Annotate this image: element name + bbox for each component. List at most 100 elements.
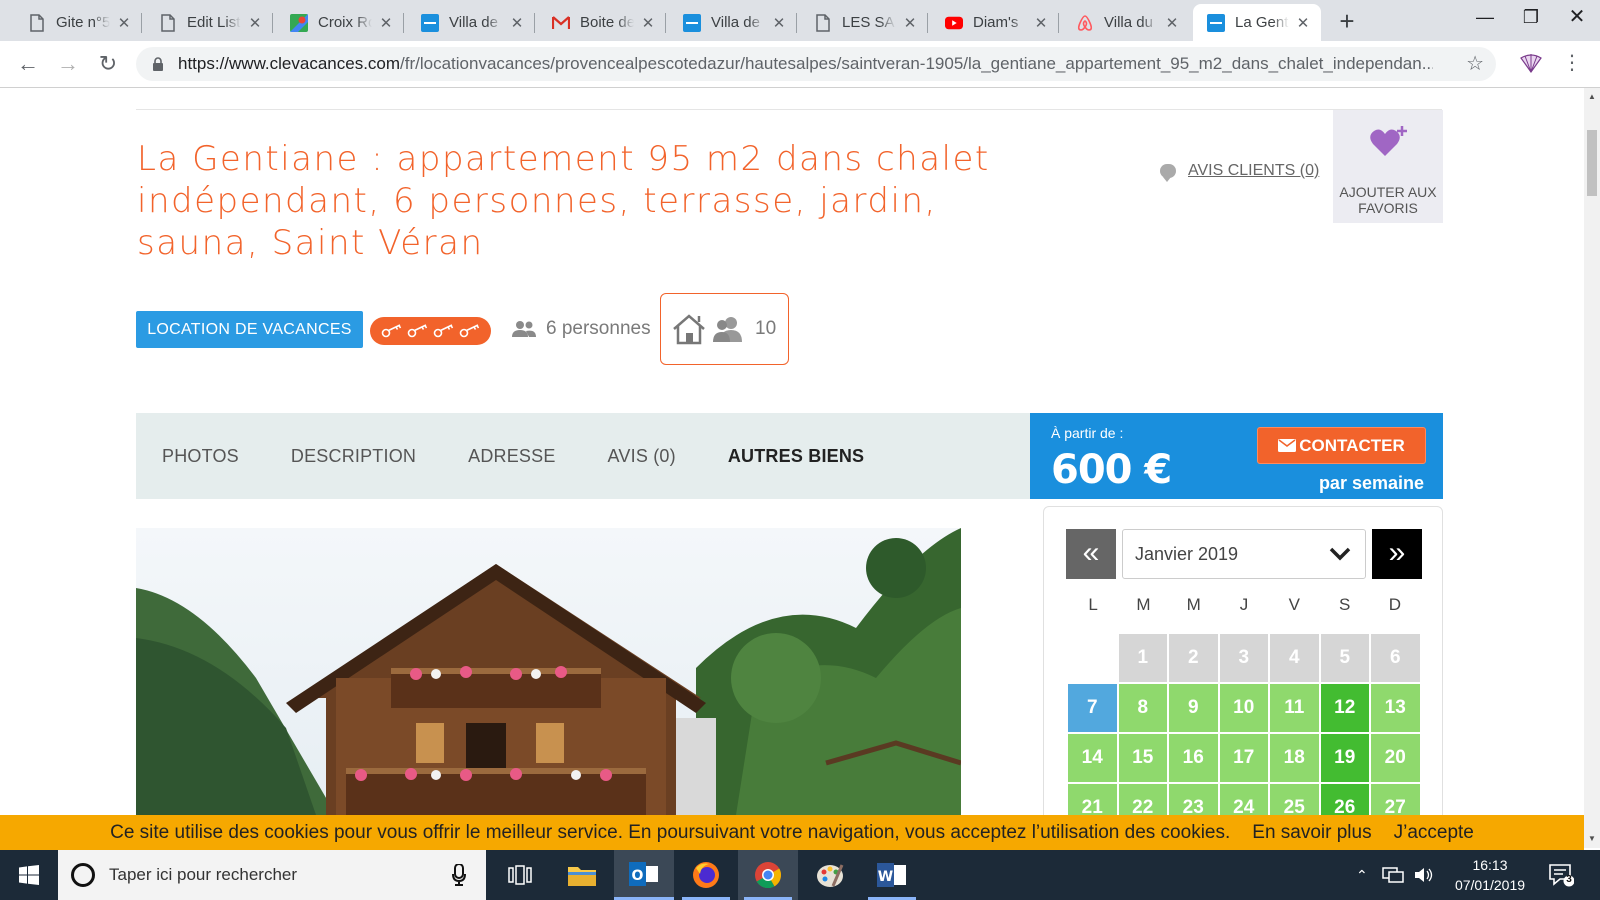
calendar-day[interactable]: 18 xyxy=(1270,734,1319,782)
shell-extension-icon[interactable] xyxy=(1518,50,1544,76)
browser-tab[interactable]: Villa de ✕ xyxy=(669,4,797,41)
clevacances-icon xyxy=(1207,13,1225,32)
tab-close-icon[interactable]: ✕ xyxy=(640,14,656,32)
calendar-day[interactable]: 15 xyxy=(1118,734,1167,782)
bookmark-star-icon[interactable]: ☆ xyxy=(1466,51,1484,76)
calendar-day[interactable]: 26 xyxy=(1320,784,1369,815)
calendar-day[interactable]: 23 xyxy=(1169,784,1218,815)
tab-close-icon[interactable]: ✕ xyxy=(902,14,918,32)
weekday-label: M xyxy=(1136,595,1151,614)
reload-button[interactable]: ↻ xyxy=(94,50,122,78)
page-scrollbar[interactable]: ▲ ▼ xyxy=(1584,88,1600,848)
minimize-button[interactable]: — xyxy=(1462,0,1508,36)
network-icon[interactable] xyxy=(1381,866,1404,884)
calendar-next-button[interactable]: » xyxy=(1372,529,1422,579)
taskbar-chrome[interactable] xyxy=(738,850,798,900)
volume-icon[interactable] xyxy=(1414,866,1434,884)
cookie-text: Ce site utilise des cookies pour vous of… xyxy=(110,821,1231,843)
chalet-photo[interactable] xyxy=(136,528,961,815)
new-tab-button[interactable]: + xyxy=(1332,7,1362,37)
taskbar-outlook[interactable]: O xyxy=(614,850,674,900)
calendar-day[interactable]: 11 xyxy=(1270,684,1319,732)
tab-close-icon[interactable]: ✕ xyxy=(1295,14,1311,32)
task-view-button[interactable] xyxy=(490,850,550,900)
contact-button[interactable]: CONTACTER xyxy=(1257,427,1426,464)
action-center-button[interactable]: 3 xyxy=(1548,863,1575,887)
start-button[interactable] xyxy=(0,850,57,900)
browser-tab[interactable]: La Gentiane ✕ xyxy=(1193,4,1321,41)
browser-tab[interactable]: Croix Rousse ✕ xyxy=(276,4,404,41)
calendar-day[interactable]: 20 xyxy=(1371,734,1420,782)
calendar-day[interactable]: 8 xyxy=(1118,684,1167,732)
calendar-day: 1 xyxy=(1118,634,1167,682)
scroll-down-icon[interactable]: ▼ xyxy=(1588,834,1596,843)
taskbar-search[interactable]: Taper ici pour rechercher xyxy=(58,850,486,900)
close-window-button[interactable]: ✕ xyxy=(1554,0,1600,36)
restore-button[interactable]: ❐ xyxy=(1508,0,1554,36)
browser-tab[interactable]: LES SAL ✕ xyxy=(800,4,928,41)
taskbar-firefox[interactable] xyxy=(676,850,736,900)
address-bar[interactable]: https://www.clevacances.com/fr/locationv… xyxy=(136,47,1496,81)
nav-autres-biens[interactable]: AUTRES BIENS xyxy=(728,446,864,467)
scroll-thumb[interactable] xyxy=(1587,130,1597,196)
tab-close-icon[interactable]: ✕ xyxy=(116,14,132,32)
browser-tab[interactable]: Boite de ✕ xyxy=(538,4,666,41)
calendar-day[interactable]: 14 xyxy=(1068,734,1117,782)
cookie-accept-button[interactable]: J’accepte xyxy=(1394,822,1474,844)
calendar-day[interactable]: 10 xyxy=(1219,684,1268,732)
favorite-label: AJOUTER AUX FAVORIS xyxy=(1339,184,1437,216)
microphone-icon[interactable] xyxy=(452,864,466,886)
calendar-day[interactable]: 7 xyxy=(1068,684,1117,732)
calendar-day[interactable]: 25 xyxy=(1270,784,1319,815)
tab-close-icon[interactable]: ✕ xyxy=(771,14,787,32)
calendar-day[interactable]: 9 xyxy=(1169,684,1218,732)
calendar-day[interactable]: 16 xyxy=(1169,734,1218,782)
calendar-day[interactable]: 12 xyxy=(1320,684,1369,732)
calendar-prev-button[interactable]: « xyxy=(1066,529,1116,579)
browser-tab[interactable]: Diam's ✕ xyxy=(931,4,1059,41)
calendar-day[interactable]: 17 xyxy=(1219,734,1268,782)
task-view-icon xyxy=(508,865,532,885)
calendar-day: 5 xyxy=(1320,634,1369,682)
tab-close-icon[interactable]: ✕ xyxy=(378,14,394,32)
tab-close-icon[interactable]: ✕ xyxy=(1033,14,1049,32)
calendar-day[interactable]: 27 xyxy=(1371,784,1420,815)
nav-photos[interactable]: PHOTOS xyxy=(162,446,239,467)
key-icon xyxy=(459,324,479,338)
browser-tab[interactable]: Villa du ✕ xyxy=(1062,4,1190,41)
doc-icon xyxy=(814,13,832,32)
tab-close-icon[interactable]: ✕ xyxy=(1164,14,1180,32)
browser-tab[interactable]: Villa de ✕ xyxy=(407,4,535,41)
tray-chevron-up-icon[interactable]: ⌃ xyxy=(1356,867,1368,884)
chevron-down-icon xyxy=(1329,547,1351,561)
reviews-link[interactable]: AVIS CLIENTS (0) xyxy=(1188,162,1319,180)
calendar-day[interactable]: 13 xyxy=(1371,684,1420,732)
taskbar-explorer[interactable] xyxy=(552,850,612,900)
calendar-day[interactable]: 24 xyxy=(1219,784,1268,815)
calendar-day[interactable]: 19 xyxy=(1320,734,1369,782)
back-button[interactable]: ← xyxy=(14,50,42,78)
tab-close-icon[interactable]: ✕ xyxy=(247,14,263,32)
scroll-up-icon[interactable]: ▲ xyxy=(1588,92,1596,101)
add-favorite-button[interactable]: AJOUTER AUX FAVORIS xyxy=(1333,110,1443,223)
nav-description[interactable]: DESCRIPTION xyxy=(291,446,416,467)
browser-tab[interactable]: Edit Listing ✕ xyxy=(145,4,273,41)
tab-close-icon[interactable]: ✕ xyxy=(509,14,525,32)
calendar-day[interactable]: 22 xyxy=(1118,784,1167,815)
nav-adresse[interactable]: ADRESSE xyxy=(468,446,555,467)
calendar-day[interactable]: 21 xyxy=(1068,784,1117,815)
weekday-label: L xyxy=(1088,595,1098,614)
svg-text:O: O xyxy=(632,868,644,884)
calendar-day: 3 xyxy=(1219,634,1268,682)
nav-avis[interactable]: AVIS (0) xyxy=(608,446,676,467)
doc-icon xyxy=(159,13,177,32)
cookie-more-link[interactable]: En savoir plus xyxy=(1252,822,1371,844)
taskbar-paint[interactable] xyxy=(800,850,860,900)
forward-button[interactable]: → xyxy=(54,50,82,78)
taskbar-word[interactable]: W xyxy=(862,850,922,900)
month-select[interactable]: Janvier 2019 xyxy=(1122,529,1366,579)
system-clock[interactable]: 16:13 07/01/2019 xyxy=(1440,855,1540,895)
browser-tab[interactable]: Gite n°5 ✕ xyxy=(14,4,142,41)
browser-menu-icon[interactable]: ⋮ xyxy=(1562,50,1582,76)
reviews-link-wrapper[interactable]: AVIS CLIENTS (0) xyxy=(1160,162,1319,182)
